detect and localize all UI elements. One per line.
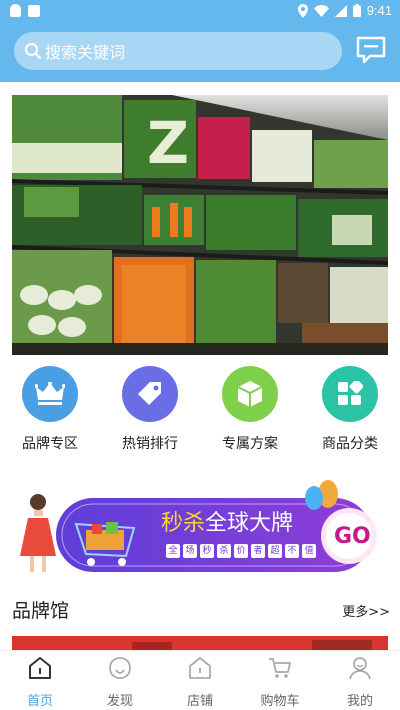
svg-text:Z: Z: [147, 109, 189, 177]
tab-label: 我的: [346, 694, 373, 709]
promo-char: 超: [268, 544, 282, 558]
category-row: 品牌专区 热销排行 专属方案 商品分类: [0, 366, 400, 461]
promo-char: 场: [183, 544, 197, 558]
store-icon: [189, 657, 211, 679]
section-more-link[interactable]: 更多>>: [342, 601, 390, 620]
location-icon: [297, 3, 308, 18]
promo-char: 秒: [200, 544, 214, 558]
tab-discover[interactable]: 发现: [80, 655, 160, 709]
promo-char: 值: [302, 544, 316, 558]
app-header: 9:41 搜索关键词: [0, 0, 400, 82]
grid-icon: [322, 366, 378, 422]
signal-icon: [334, 4, 347, 17]
tab-profile[interactable]: 我的: [320, 655, 400, 709]
search-placeholder: 搜索关键词: [45, 43, 126, 62]
message-icon: [356, 36, 386, 64]
category-label: 专属方案: [222, 436, 278, 452]
profile-icon: [349, 657, 371, 680]
search-bar[interactable]: 搜索关键词: [14, 32, 342, 70]
status-time: 9:41: [366, 3, 392, 18]
home-icon: [29, 657, 51, 679]
crown-icon: [22, 366, 78, 422]
category-label: 品牌专区: [22, 436, 78, 452]
hero-banner-image[interactable]: Z: [12, 95, 388, 355]
promo-char: 者: [251, 544, 265, 558]
category-label: 商品分类: [322, 436, 378, 452]
promo-char-row: 全 场 秒 杀 价 者 超 不 值: [166, 544, 316, 558]
tab-home[interactable]: 首页: [0, 655, 80, 709]
notification-icon: [10, 4, 21, 17]
app-notification-icon: [28, 5, 40, 17]
promo-char: 杀: [217, 544, 231, 558]
category-hot-ranking[interactable]: 热销排行: [105, 366, 195, 453]
tab-label: 发现: [106, 694, 133, 709]
cube-icon: [222, 366, 278, 422]
battery-icon: [352, 4, 361, 17]
promo-char: 不: [285, 544, 299, 558]
tag-icon: [122, 366, 178, 422]
tab-label: 首页: [26, 694, 53, 709]
tab-cart[interactable]: 购物车: [240, 655, 320, 709]
message-button[interactable]: [356, 36, 386, 64]
category-brand-zone[interactable]: 品牌专区: [5, 366, 95, 453]
category-exclusive-plan[interactable]: 专属方案: [205, 366, 295, 453]
category-product-classification[interactable]: 商品分类: [305, 366, 395, 453]
promo-title-a: 秒杀: [161, 511, 206, 536]
promo-title-b: 全球大牌: [205, 511, 294, 536]
promo-char: 价: [234, 544, 248, 558]
tab-label: 店铺: [186, 694, 213, 709]
tab-label: 购物车: [260, 694, 300, 709]
cart-icon: [269, 658, 291, 678]
status-bar: 9:41: [0, 0, 400, 24]
promo-title: 秒杀全球大牌: [161, 505, 293, 537]
flash-sale-banner[interactable]: 秒杀全球大牌 全 场 秒 杀 价 者 超 不 值 GO: [16, 474, 384, 584]
wifi-icon: [313, 4, 329, 17]
category-label: 热销排行: [122, 436, 178, 452]
search-icon: [25, 43, 42, 60]
discover-icon: [109, 657, 131, 679]
bottom-tab-bar: 首页 发现 店铺 购物车 我的: [0, 650, 400, 710]
tab-store[interactable]: 店铺: [160, 655, 240, 709]
section-title: 品牌馆: [12, 600, 70, 622]
promo-go[interactable]: GO: [334, 524, 371, 549]
promo-char: 全: [166, 544, 180, 558]
